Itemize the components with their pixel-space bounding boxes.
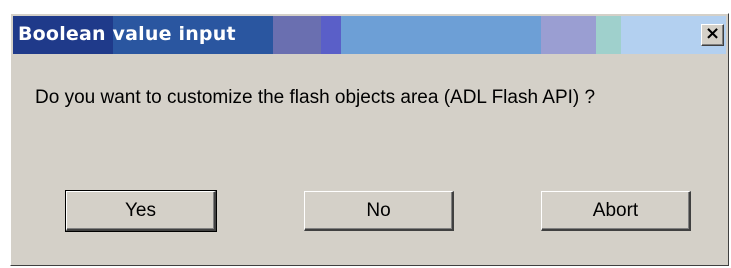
close-icon: × <box>704 23 721 44</box>
dialog-message: Do you want to customize the flash objec… <box>35 87 596 108</box>
yes-button[interactable]: Yes <box>65 190 217 232</box>
titlebar-band <box>596 16 621 54</box>
abort-button[interactable]: Abort <box>541 191 691 231</box>
titlebar-band <box>541 16 596 54</box>
titlebar-band <box>273 16 321 54</box>
title-bar[interactable]: Boolean value input × <box>13 16 726 54</box>
titlebar-band <box>341 16 541 54</box>
close-button[interactable]: × <box>701 24 724 46</box>
window-title: Boolean value input <box>18 23 236 45</box>
no-button[interactable]: No <box>304 191 454 231</box>
titlebar-band <box>321 16 341 54</box>
boolean-input-dialog: Boolean value input × Do you want to cus… <box>10 13 729 266</box>
